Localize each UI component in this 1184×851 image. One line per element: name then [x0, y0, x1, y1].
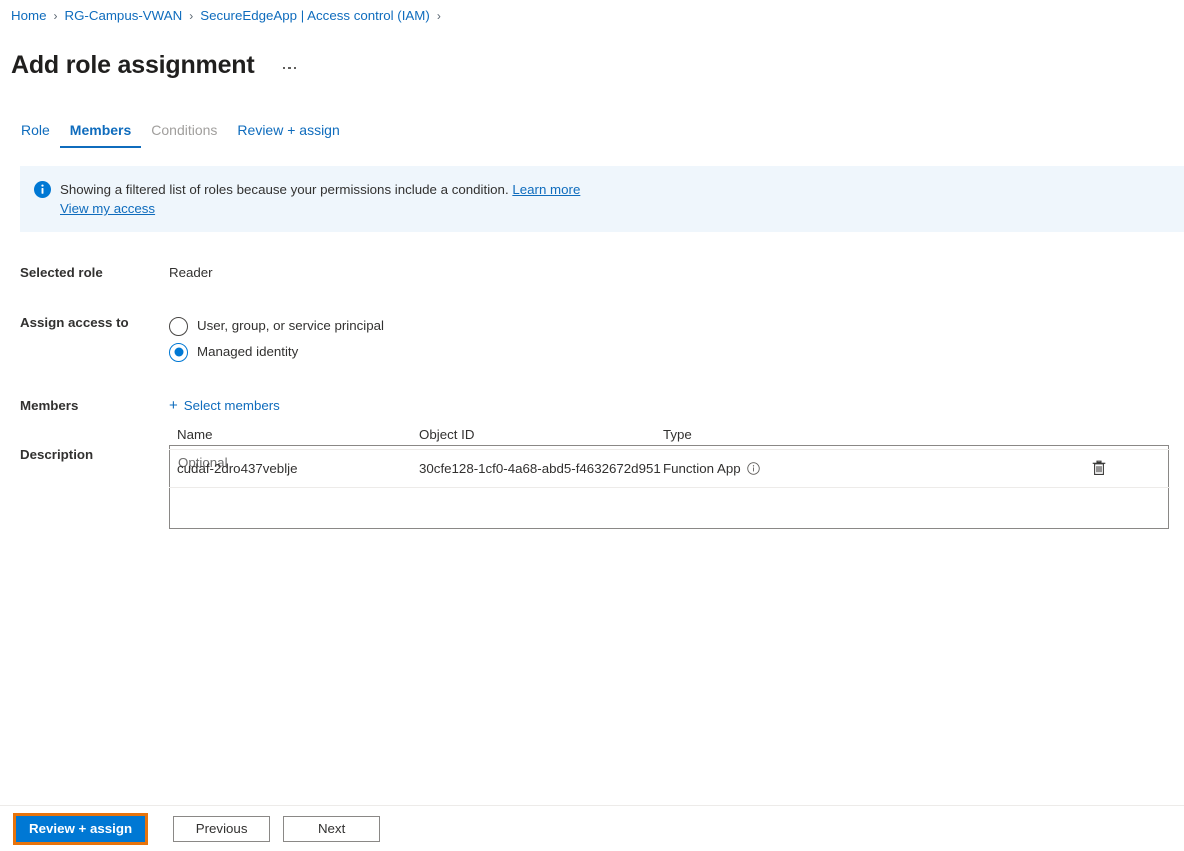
view-my-access-link[interactable]: View my access	[60, 199, 580, 218]
radio-label: User, group, or service principal	[197, 318, 384, 333]
select-members-label: Select members	[183, 398, 280, 413]
description-label: Description	[20, 447, 94, 462]
page-title: Add role assignment	[11, 50, 255, 79]
dot	[288, 66, 291, 69]
radio-mark-selected-icon	[169, 342, 188, 362]
column-header-name: Name	[177, 427, 213, 442]
tab-review-assign[interactable]: Review + assign	[227, 121, 349, 148]
review-assign-button[interactable]: Review + assign	[12, 812, 149, 845]
members-table: Name Object ID Type cudaf-2dro437veblje …	[169, 420, 1170, 488]
role-assignment-form: Selected role Reader Assign access to Us…	[0, 258, 1184, 535]
assign-access-to-row: Assign access to User, group, or service…	[0, 313, 1184, 365]
assign-access-to-radio-group: User, group, or service principal Manage…	[169, 313, 1184, 365]
members-table-header: Name Object ID Type	[169, 420, 1170, 450]
cell-type: Function App	[663, 461, 1083, 476]
selected-role-label: Selected role	[20, 265, 103, 280]
breadcrumb: Home › RG-Campus-VWAN › SecureEdgeApp | …	[11, 6, 448, 26]
breadcrumb-separator-icon: ›	[436, 9, 441, 23]
selected-role-value: Reader	[169, 265, 213, 280]
column-header-object-id: Object ID	[419, 427, 475, 442]
info-icon	[34, 181, 51, 198]
radio-label: Managed identity	[197, 344, 299, 359]
dot	[293, 66, 297, 69]
breadcrumb-item-access-control[interactable]: SecureEdgeApp | Access control (IAM)	[200, 6, 430, 26]
breadcrumb-separator-icon: ›	[53, 9, 58, 23]
column-header-type: Type	[663, 427, 692, 442]
table-row: cudaf-2dro437veblje 30cfe128-1cf0-4a68-a…	[169, 450, 1170, 488]
radio-mark-icon	[169, 316, 188, 336]
selected-role-row: Selected role Reader	[0, 263, 1184, 283]
tab-members[interactable]: Members	[59, 121, 142, 148]
dot	[282, 66, 286, 69]
learn-more-link[interactable]: Learn more	[512, 182, 580, 197]
members-label: Members	[20, 398, 79, 413]
breadcrumb-item-home[interactable]: Home	[11, 6, 46, 26]
cell-object-id: 30cfe128-1cf0-4a68-abd5-f4632672d951	[419, 461, 661, 476]
cell-name: cudaf-2dro437veblje	[177, 461, 298, 476]
page-title-row: Add role assignment	[11, 32, 302, 98]
footer-action-bar: Review + assign Previous Next	[0, 806, 1184, 851]
cell-type-label: Function App	[663, 461, 741, 476]
tab-conditions: Conditions	[141, 121, 227, 148]
wizard-tabs: Role Members Conditions Review + assign	[11, 114, 350, 148]
breadcrumb-item-resource-group[interactable]: RG-Campus-VWAN	[64, 6, 182, 26]
next-button[interactable]: Next	[283, 815, 381, 842]
radio-user-group-service-principal[interactable]: User, group, or service principal	[169, 313, 1184, 339]
info-banner-message: Showing a filtered list of roles because…	[60, 182, 509, 197]
radio-managed-identity[interactable]: Managed identity	[169, 339, 1184, 365]
select-members-button[interactable]: + Select members	[169, 396, 280, 416]
info-circle-icon[interactable]	[746, 462, 760, 475]
add-role-assignment-page: Home › RG-Campus-VWAN › SecureEdgeApp | …	[0, 0, 1184, 851]
cell-actions	[1083, 458, 1170, 479]
previous-button[interactable]: Previous	[173, 815, 271, 842]
info-banner-text: Showing a filtered list of roles because…	[60, 180, 580, 218]
breadcrumb-separator-icon: ›	[189, 9, 194, 23]
assign-access-to-label: Assign access to	[20, 315, 129, 330]
more-options-icon[interactable]	[276, 59, 302, 77]
tab-role[interactable]: Role	[11, 121, 60, 148]
delete-member-icon[interactable]	[1089, 458, 1109, 479]
plus-icon: +	[169, 397, 178, 414]
info-banner: Showing a filtered list of roles because…	[20, 166, 1184, 232]
members-row: Members + Select members	[0, 396, 1184, 416]
